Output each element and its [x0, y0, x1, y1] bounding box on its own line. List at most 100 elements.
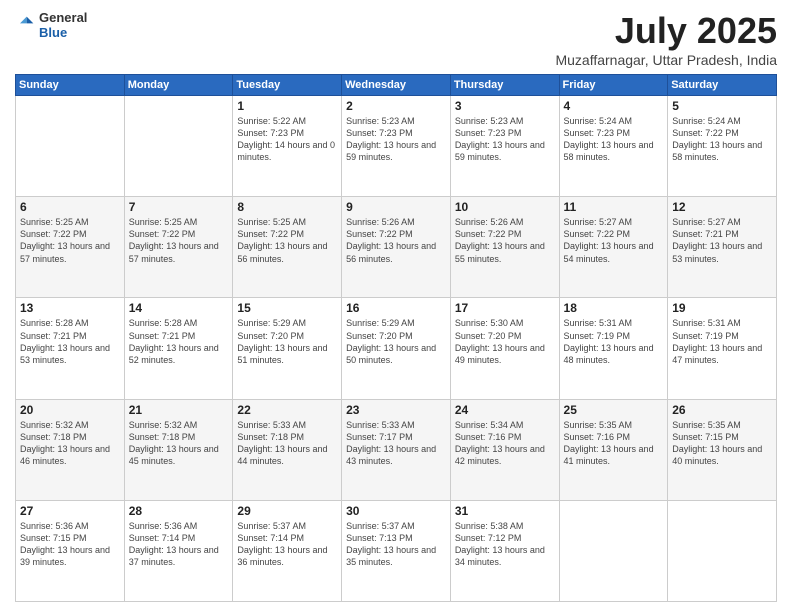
day-info: Sunrise: 5:33 AMSunset: 7:18 PMDaylight:…: [237, 419, 337, 468]
page: General Blue July 2025 Muzaffarnagar, Ut…: [0, 0, 792, 612]
day-info: Sunrise: 5:29 AMSunset: 7:20 PMDaylight:…: [346, 317, 446, 366]
day-info: Sunrise: 5:24 AMSunset: 7:22 PMDaylight:…: [672, 115, 772, 164]
day-cell: 11 Sunrise: 5:27 AMSunset: 7:22 PMDayligh…: [559, 197, 668, 298]
day-number: 18: [564, 301, 664, 315]
day-info: Sunrise: 5:26 AMSunset: 7:22 PMDaylight:…: [455, 216, 555, 265]
day-cell: 24Sunrise: 5:34 AMSunset: 7:16 PMDayligh…: [450, 399, 559, 500]
day-number: 23: [346, 403, 446, 417]
day-cell: 10 Sunrise: 5:26 AMSunset: 7:22 PMDayligh…: [450, 197, 559, 298]
day-header-wednesday: Wednesday: [342, 75, 451, 96]
day-number: 27: [20, 504, 120, 518]
day-cell: 25 Sunrise: 5:35 AMSunset: 7:16 PMDayligh…: [559, 399, 668, 500]
day-number: 15: [237, 301, 337, 315]
logo-icon: [15, 15, 35, 35]
day-cell: 8 Sunrise: 5:25 AMSunset: 7:22 PMDaylight…: [233, 197, 342, 298]
week-row-5: 27 Sunrise: 5:36 AMSunset: 7:15 PMDayligh…: [16, 500, 777, 601]
day-number: 30: [346, 504, 446, 518]
day-header-thursday: Thursday: [450, 75, 559, 96]
day-number: 17: [455, 301, 555, 315]
header-row: SundayMondayTuesdayWednesdayThursdayFrid…: [16, 75, 777, 96]
day-info: Sunrise: 5:24 AMSunset: 7:23 PMDaylight:…: [564, 115, 664, 164]
week-row-3: 13 Sunrise: 5:28 AMSunset: 7:21 PMDayligh…: [16, 298, 777, 399]
day-info: Sunrise: 5:37 AMSunset: 7:13 PMDaylight:…: [346, 520, 446, 569]
day-info: Sunrise: 5:23 AMSunset: 7:23 PMDaylight:…: [455, 115, 555, 164]
day-cell: 22 Sunrise: 5:33 AMSunset: 7:18 PMDayligh…: [233, 399, 342, 500]
day-info: Sunrise: 5:27 AMSunset: 7:22 PMDaylight:…: [564, 216, 664, 265]
day-number: 13: [20, 301, 120, 315]
day-info: Sunrise: 5:25 AMSunset: 7:22 PMDaylight:…: [237, 216, 337, 265]
day-number: 12: [672, 200, 772, 214]
day-cell: [16, 96, 125, 197]
day-header-saturday: Saturday: [668, 75, 777, 96]
day-info: Sunrise: 5:25 AMSunset: 7:22 PMDaylight:…: [129, 216, 229, 265]
day-number: 29: [237, 504, 337, 518]
week-row-2: 6 Sunrise: 5:25 AMSunset: 7:22 PMDaylight…: [16, 197, 777, 298]
day-info: Sunrise: 5:26 AMSunset: 7:22 PMDaylight:…: [346, 216, 446, 265]
day-number: 26: [672, 403, 772, 417]
day-number: 31: [455, 504, 555, 518]
day-number: 5: [672, 99, 772, 113]
day-number: 10: [455, 200, 555, 214]
day-header-friday: Friday: [559, 75, 668, 96]
day-info: Sunrise: 5:38 AMSunset: 7:12 PMDaylight:…: [455, 520, 555, 569]
day-cell: [668, 500, 777, 601]
day-info: Sunrise: 5:31 AMSunset: 7:19 PMDaylight:…: [564, 317, 664, 366]
day-cell: 4 Sunrise: 5:24 AMSunset: 7:23 PMDaylight…: [559, 96, 668, 197]
day-number: 8: [237, 200, 337, 214]
day-info: Sunrise: 5:28 AMSunset: 7:21 PMDaylight:…: [129, 317, 229, 366]
title-block: July 2025 Muzaffarnagar, Uttar Pradesh, …: [555, 10, 777, 68]
day-info: Sunrise: 5:27 AMSunset: 7:21 PMDaylight:…: [672, 216, 772, 265]
logo-blue: Blue: [39, 25, 87, 40]
day-info: Sunrise: 5:28 AMSunset: 7:21 PMDaylight:…: [20, 317, 120, 366]
day-number: 3: [455, 99, 555, 113]
day-info: Sunrise: 5:29 AMSunset: 7:20 PMDaylight:…: [237, 317, 337, 366]
week-row-4: 20 Sunrise: 5:32 AMSunset: 7:18 PMDayligh…: [16, 399, 777, 500]
day-info: Sunrise: 5:32 AMSunset: 7:18 PMDaylight:…: [20, 419, 120, 468]
day-number: 21: [129, 403, 229, 417]
week-row-1: 1Sunrise: 5:22 AMSunset: 7:23 PMDaylight…: [16, 96, 777, 197]
day-number: 14: [129, 301, 229, 315]
day-info: Sunrise: 5:33 AMSunset: 7:17 PMDaylight:…: [346, 419, 446, 468]
day-cell: 26Sunrise: 5:35 AMSunset: 7:15 PMDayligh…: [668, 399, 777, 500]
day-number: 22: [237, 403, 337, 417]
day-cell: 18 Sunrise: 5:31 AMSunset: 7:19 PMDayligh…: [559, 298, 668, 399]
day-info: Sunrise: 5:37 AMSunset: 7:14 PMDaylight:…: [237, 520, 337, 569]
day-number: 16: [346, 301, 446, 315]
day-info: Sunrise: 5:30 AMSunset: 7:20 PMDaylight:…: [455, 317, 555, 366]
day-cell: 14 Sunrise: 5:28 AMSunset: 7:21 PMDayligh…: [124, 298, 233, 399]
logo-text: General Blue: [39, 10, 87, 40]
day-number: 20: [20, 403, 120, 417]
day-info: Sunrise: 5:22 AMSunset: 7:23 PMDaylight:…: [237, 115, 337, 164]
day-cell: 1Sunrise: 5:22 AMSunset: 7:23 PMDaylight…: [233, 96, 342, 197]
day-cell: 12 Sunrise: 5:27 AMSunset: 7:21 PMDayligh…: [668, 197, 777, 298]
day-header-monday: Monday: [124, 75, 233, 96]
day-number: 25: [564, 403, 664, 417]
header: General Blue July 2025 Muzaffarnagar, Ut…: [15, 10, 777, 68]
day-cell: 19Sunrise: 5:31 AMSunset: 7:19 PMDayligh…: [668, 298, 777, 399]
month-title: July 2025: [555, 10, 777, 52]
day-cell: 23 Sunrise: 5:33 AMSunset: 7:17 PMDayligh…: [342, 399, 451, 500]
day-info: Sunrise: 5:23 AMSunset: 7:23 PMDaylight:…: [346, 115, 446, 164]
day-number: 4: [564, 99, 664, 113]
day-info: Sunrise: 5:36 AMSunset: 7:15 PMDaylight:…: [20, 520, 120, 569]
day-cell: 6 Sunrise: 5:25 AMSunset: 7:22 PMDaylight…: [16, 197, 125, 298]
day-number: 11: [564, 200, 664, 214]
day-number: 9: [346, 200, 446, 214]
day-info: Sunrise: 5:25 AMSunset: 7:22 PMDaylight:…: [20, 216, 120, 265]
day-cell: 15 Sunrise: 5:29 AMSunset: 7:20 PMDayligh…: [233, 298, 342, 399]
day-info: Sunrise: 5:32 AMSunset: 7:18 PMDaylight:…: [129, 419, 229, 468]
day-number: 6: [20, 200, 120, 214]
day-number: 7: [129, 200, 229, 214]
day-cell: 20 Sunrise: 5:32 AMSunset: 7:18 PMDayligh…: [16, 399, 125, 500]
day-info: Sunrise: 5:36 AMSunset: 7:14 PMDaylight:…: [129, 520, 229, 569]
day-cell: 5 Sunrise: 5:24 AMSunset: 7:22 PMDaylight…: [668, 96, 777, 197]
logo-general: General: [39, 10, 87, 25]
day-info: Sunrise: 5:35 AMSunset: 7:16 PMDaylight:…: [564, 419, 664, 468]
day-cell: 27 Sunrise: 5:36 AMSunset: 7:15 PMDayligh…: [16, 500, 125, 601]
logo: General Blue: [15, 10, 87, 40]
day-cell: 2Sunrise: 5:23 AMSunset: 7:23 PMDaylight…: [342, 96, 451, 197]
day-cell: 16 Sunrise: 5:29 AMSunset: 7:20 PMDayligh…: [342, 298, 451, 399]
day-cell: 29 Sunrise: 5:37 AMSunset: 7:14 PMDayligh…: [233, 500, 342, 601]
day-number: 28: [129, 504, 229, 518]
day-cell: 17 Sunrise: 5:30 AMSunset: 7:20 PMDayligh…: [450, 298, 559, 399]
